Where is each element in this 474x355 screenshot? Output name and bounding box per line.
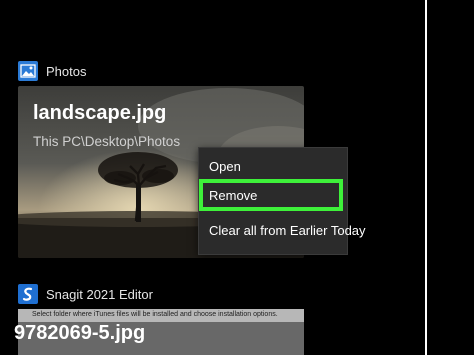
file-name: 9782069-5.jpg — [14, 322, 146, 344]
preview-text: Select folder where iTunes files will be… — [32, 311, 278, 318]
photos-app-header: Photos — [18, 61, 86, 81]
vertical-divider — [425, 0, 427, 355]
menu-item-clear-all[interactable]: Clear all from Earlier Today — [209, 223, 366, 238]
photos-icon — [18, 61, 38, 81]
menu-item-open[interactable]: Open — [209, 159, 241, 174]
file-path: This PC\Desktop\Photos — [33, 134, 181, 149]
snagit-icon — [18, 284, 38, 304]
snagit-app-header: Snagit 2021 Editor — [18, 284, 153, 304]
file-name: landscape.jpg — [33, 102, 167, 124]
remove-highlight-box — [199, 179, 343, 211]
app-name: Photos — [46, 63, 87, 79]
app-name: Snagit 2021 Editor — [46, 286, 153, 302]
